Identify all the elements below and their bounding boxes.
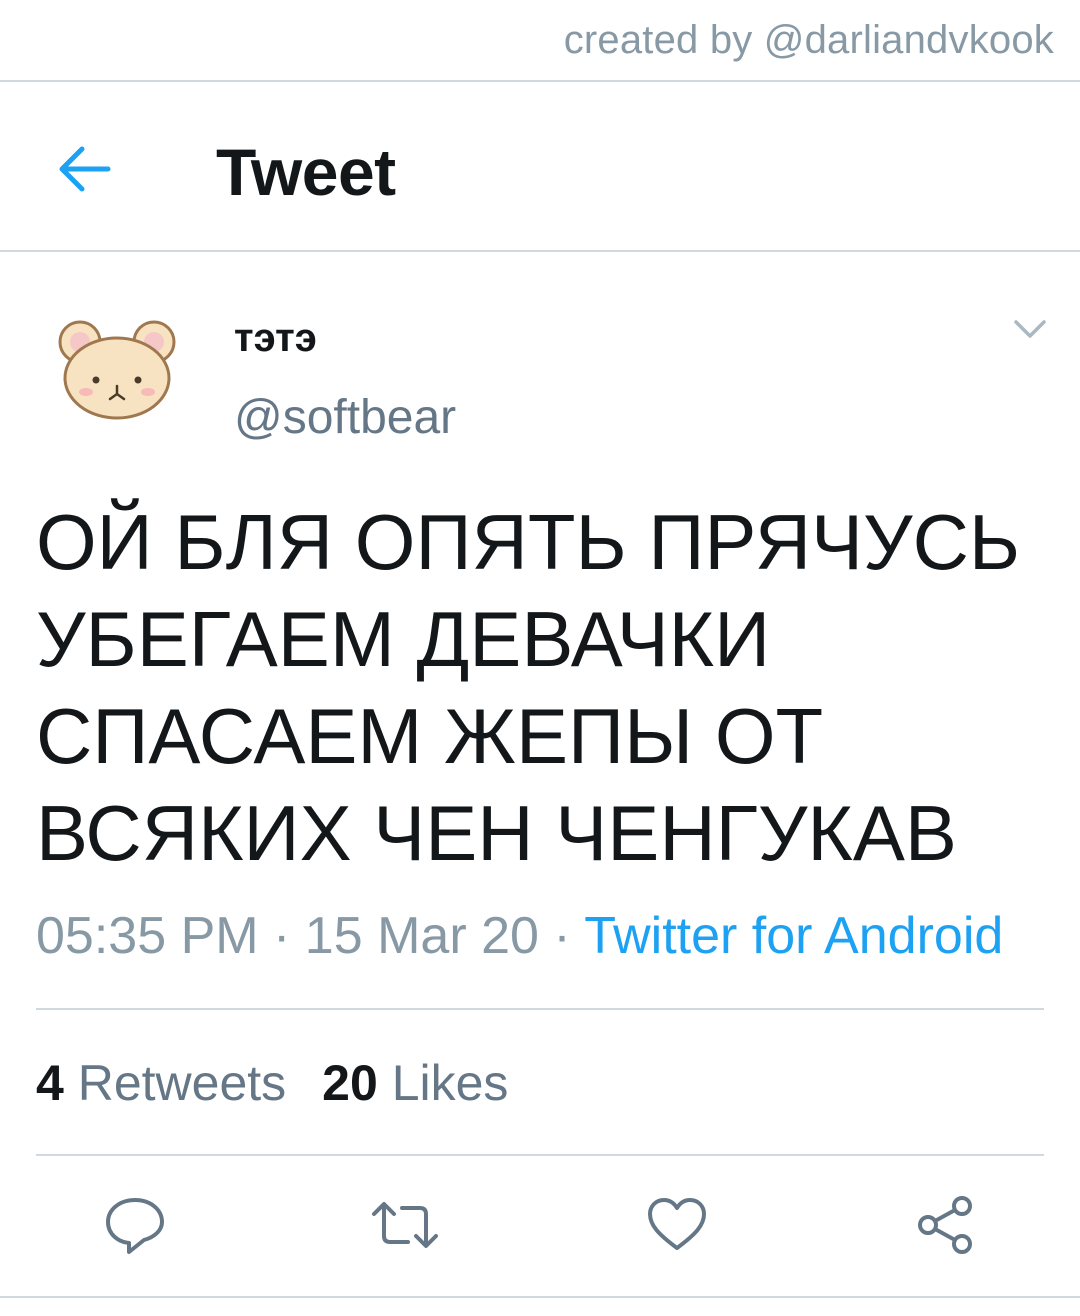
credit-text: created by @darliandvkook [563,18,1054,62]
bear-avatar-icon [58,320,176,420]
likes-count: 20 [322,1055,378,1111]
share-icon [918,1196,972,1254]
tweet-date: 15 Mar 20 [304,907,539,965]
tweet-header: Tweet [0,82,1080,252]
credit-bar: created by @darliandvkook [0,0,1080,82]
like-button[interactable] [644,1192,710,1258]
reply-button[interactable] [102,1192,168,1258]
tweet-meta: 05:35 PM · 15 Mar 20 · Twitter for Andro… [36,906,1003,966]
back-button[interactable] [50,134,120,204]
tweet-time: 05:35 PM [36,907,259,965]
page-title: Tweet [216,135,396,209]
like-icon [648,1198,706,1250]
tweet-stats: 4 Retweets 20 Likes [36,1054,508,1112]
divider [36,1154,1044,1156]
chevron-down-icon [1014,320,1046,338]
arrow-left-icon [59,146,111,192]
user-handle[interactable]: @softbear [234,390,456,445]
reply-icon [106,1198,164,1254]
retweets-label: Retweets [77,1055,287,1111]
tweet-source-link[interactable]: Twitter for Android [584,907,1003,965]
meta-separator: · [258,907,305,965]
meta-separator: · [538,907,585,965]
share-button[interactable] [912,1192,978,1258]
retweets-stat[interactable]: 4 Retweets [36,1055,286,1111]
tweet-text: ОЙ БЛЯ ОПЯТЬ ПРЯЧУСЬ УБЕГАЕМ ДЕВАЧКИ СПА… [36,498,1021,877]
display-name[interactable]: тэтэ [234,316,317,361]
divider [36,1008,1044,1010]
likes-label: Likes [391,1055,509,1111]
avatar[interactable] [52,306,182,426]
retweet-icon [372,1202,438,1248]
divider [0,1296,1080,1298]
more-options-button[interactable] [1008,306,1052,350]
likes-stat[interactable]: 20 Likes [322,1055,508,1111]
retweet-button[interactable] [370,1192,438,1258]
retweets-count: 4 [36,1055,64,1111]
